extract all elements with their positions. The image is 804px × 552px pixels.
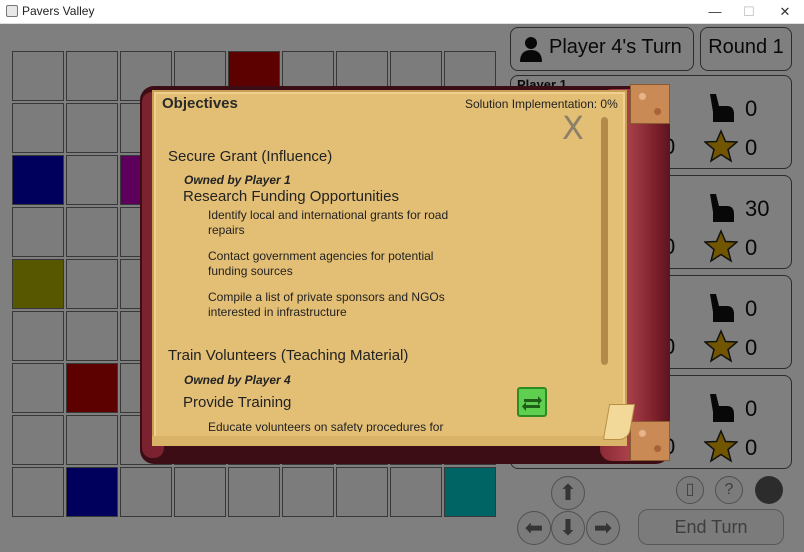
objectives-scrollbar[interactable] bbox=[601, 117, 608, 365]
ornament-bottom-right-icon bbox=[630, 421, 670, 461]
close-window-button[interactable]: ✕ bbox=[768, 1, 802, 22]
subtask: Educate volunteers on safety procedures … bbox=[208, 420, 444, 432]
objectives-title: Objectives bbox=[162, 95, 238, 112]
goal-owner: Owned by Player 4 bbox=[184, 373, 291, 387]
subtask: Contact government agencies for potentia… bbox=[208, 249, 434, 278]
subtask: Identify local and international grants … bbox=[208, 208, 449, 237]
goal-name: Secure Grant (Influence) bbox=[168, 148, 333, 165]
subtask: Compile a list of private sponsors and N… bbox=[208, 290, 445, 319]
maximize-button[interactable]: ☐ bbox=[732, 1, 766, 22]
task-name: Research Funding Opportunities bbox=[183, 188, 399, 205]
task-name: Provide Training bbox=[183, 394, 292, 411]
parchment-edge bbox=[152, 436, 627, 446]
solution-implementation-label: Solution Implementation: 0% bbox=[465, 97, 618, 111]
swap-task-button[interactable] bbox=[517, 387, 547, 417]
goal-owner: Owned by Player 1 bbox=[184, 173, 291, 187]
app-icon bbox=[6, 5, 18, 17]
goal-name: Train Volunteers (Teaching Material) bbox=[168, 347, 409, 364]
minimize-button[interactable]: — bbox=[698, 1, 732, 22]
ornament-top-right-icon bbox=[630, 84, 670, 124]
swap-icon bbox=[522, 396, 542, 411]
window-title: Pavers Valley bbox=[22, 4, 95, 18]
title-bar: Pavers Valley — ☐ ✕ bbox=[0, 0, 804, 24]
